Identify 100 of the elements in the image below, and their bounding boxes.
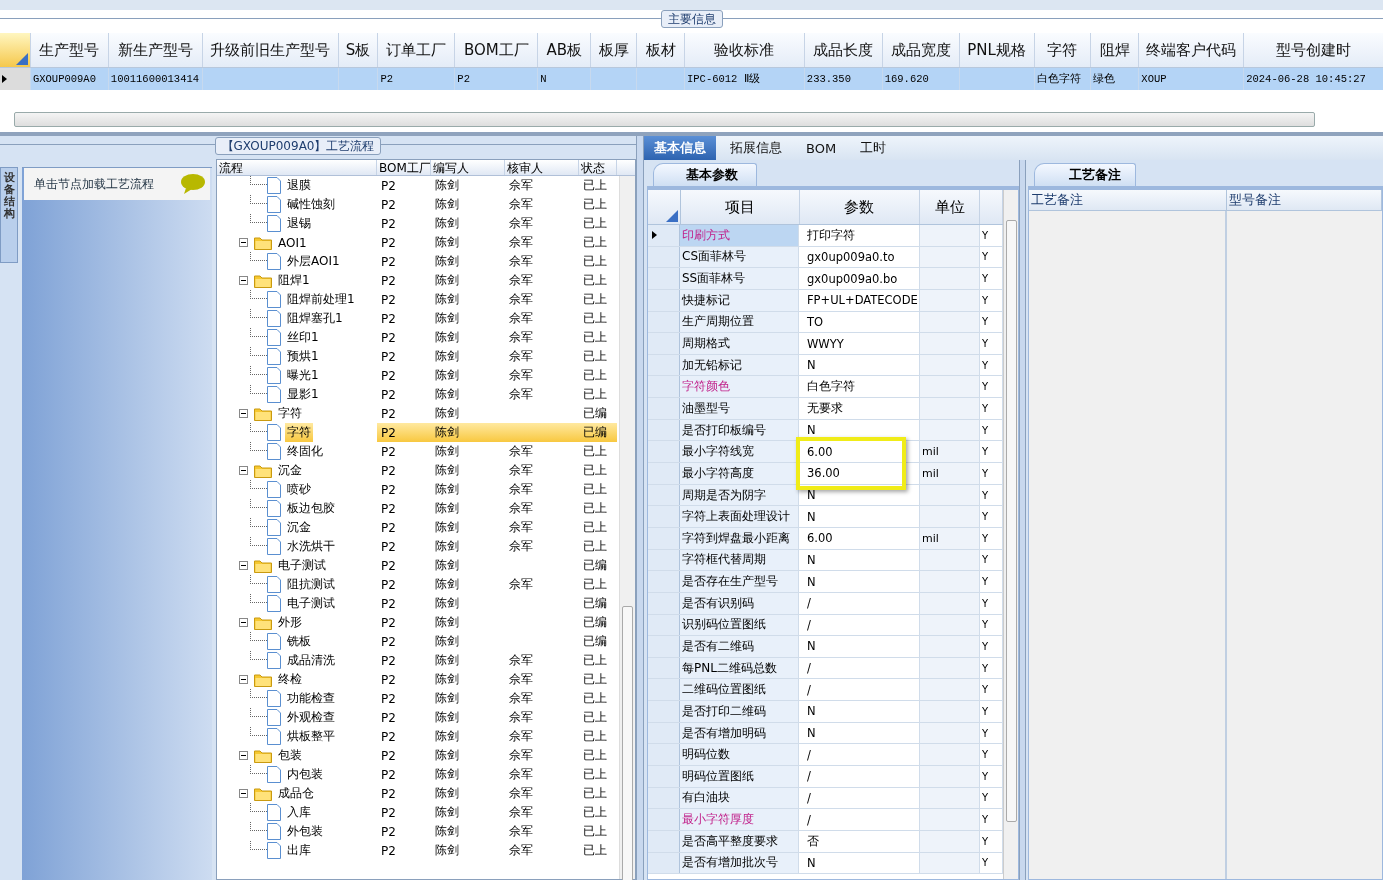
table-cell: 已编 (583, 596, 607, 610)
tree-item[interactable]: 内包装 (285, 765, 325, 784)
tree-item[interactable]: 阻抗测试 (285, 575, 337, 594)
tree-item[interactable]: 外层AOI1 (285, 252, 342, 271)
horizontal-scrollbar[interactable] (14, 112, 1315, 127)
column-header[interactable]: 工艺备注 (1029, 190, 1227, 210)
tree-item[interactable]: 阻焊1 (276, 271, 312, 290)
tree-item[interactable]: 外包装 (285, 822, 325, 841)
column-header[interactable]: 参数 (799, 190, 921, 224)
column-header[interactable]: 升级前旧生产型号 (201, 33, 338, 67)
tree-item[interactable]: 显影1 (285, 385, 321, 404)
table-cell: 明码位数 (680, 744, 799, 765)
column-header[interactable]: 验收标准 (684, 33, 804, 67)
tree-item[interactable]: 铣板 (285, 632, 313, 651)
column-header[interactable]: 成品长度 (803, 33, 882, 67)
collapse-icon[interactable] (239, 409, 248, 418)
column-header[interactable]: PNL规格 (958, 33, 1034, 67)
table-cell: 已编 (583, 558, 607, 572)
table-cell: XOUP (1141, 73, 1167, 85)
vertical-scrollbar[interactable] (1003, 190, 1018, 879)
column-header[interactable]: 单位 (920, 190, 981, 224)
tree-item[interactable]: 碱性蚀刻 (285, 195, 337, 214)
tab[interactable]: 工时 (850, 136, 897, 160)
tree-item[interactable]: 曝光1 (285, 366, 321, 385)
tab[interactable]: 拓展信息 (720, 136, 792, 160)
side-tab[interactable]: 设备结构 (0, 167, 18, 263)
column-header[interactable]: 阻焊 (1090, 33, 1139, 67)
table-cell: 已上 (583, 539, 607, 553)
row-pointer-icon (652, 231, 658, 240)
tree-item[interactable]: 成品仓 (276, 784, 316, 803)
vertical-scrollbar[interactable] (619, 176, 635, 879)
table-cell: 陈剑 (435, 406, 459, 420)
tree-item[interactable]: 出库 (285, 841, 313, 860)
column-header[interactable]: 型号备注 (1227, 190, 1382, 210)
collapse-icon[interactable] (239, 789, 248, 798)
column-header[interactable]: 编写人 (431, 160, 505, 175)
tree-item[interactable]: 板边包胶 (285, 499, 337, 518)
tree-item[interactable]: 丝印1 (285, 328, 321, 347)
tree-item[interactable]: 阻焊塞孔1 (285, 309, 345, 328)
tree-item[interactable]: 外形 (276, 613, 304, 632)
tree-item[interactable]: 字符 (285, 423, 313, 442)
splitter-handle[interactable] (1019, 160, 1026, 880)
collapse-icon[interactable] (239, 751, 248, 760)
tree-item[interactable]: 电子测试 (276, 556, 328, 575)
tree-item[interactable]: 电子测试 (285, 594, 337, 613)
collapse-icon[interactable] (239, 276, 248, 285)
column-header[interactable]: BOM工厂 (454, 33, 538, 67)
collapse-icon[interactable] (239, 618, 248, 627)
column-header[interactable]: BOM工厂 (377, 160, 431, 175)
tree-item[interactable]: 终检 (276, 670, 304, 689)
column-header[interactable]: AB板 (537, 33, 591, 67)
column-header[interactable]: 型号创建时 (1243, 33, 1383, 67)
column-header[interactable]: 终端客户代码 (1138, 33, 1244, 67)
tree-item[interactable]: 包装 (276, 746, 304, 765)
column-header[interactable]: 板厚 (590, 33, 637, 67)
column-header[interactable]: 状态 (579, 160, 617, 175)
splitter-handle[interactable] (636, 136, 644, 880)
column-header[interactable]: 成品宽度 (881, 33, 959, 67)
column-header[interactable]: S板 (337, 33, 378, 67)
column-header[interactable]: 订单工厂 (377, 33, 455, 67)
table-cell: 佘军 (509, 729, 533, 743)
tree-item[interactable]: 沉金 (276, 461, 304, 480)
tree-item[interactable]: 喷砂 (285, 480, 313, 499)
tab[interactable]: 基本信息 (644, 136, 716, 160)
collapse-icon[interactable] (239, 238, 248, 247)
collapse-icon[interactable] (239, 466, 248, 475)
row-header[interactable] (0, 68, 30, 90)
tab[interactable]: 工艺备注 (1034, 163, 1136, 186)
column-header[interactable]: 新生产型号 (107, 33, 202, 67)
column-header[interactable]: 板材 (636, 33, 684, 67)
column-header[interactable]: 生产型号 (29, 33, 108, 67)
grid-row[interactable]: GXOUP009A0 10011600013414 P2 P2 N IPC-6012 Ⅱ级 233.350 169.620 白色字符 绿色 XOUP 2024-06-28 10:45:27 (0, 68, 1383, 90)
table-cell: P2 (381, 767, 396, 782)
column-header[interactable]: 核审人 (505, 160, 579, 175)
document-icon (267, 576, 281, 593)
tree-item[interactable]: 功能检查 (285, 689, 337, 708)
column-header[interactable]: 项目 (680, 190, 800, 224)
tree-item[interactable]: 成品清洗 (285, 651, 337, 670)
table-cell: 是否有增加明码 (680, 722, 799, 744)
tree-item[interactable]: 烘板整平 (285, 727, 337, 746)
tree-item[interactable]: 沉金 (285, 518, 313, 537)
tree-item[interactable]: 终固化 (285, 442, 325, 461)
tab[interactable]: 基本参数 (653, 163, 757, 186)
tree-item[interactable]: AOI1 (276, 234, 309, 251)
column-header[interactable]: 流程 (217, 160, 377, 175)
tree-item[interactable]: 退膜 (285, 176, 313, 195)
tree-item[interactable]: 退锡 (285, 214, 313, 233)
tree-item[interactable]: 预烘1 (285, 347, 321, 366)
table-cell: 已上 (583, 824, 607, 838)
tree-item[interactable]: 入库 (285, 803, 313, 822)
row-header[interactable] (648, 225, 680, 246)
table-cell: 已上 (583, 197, 607, 211)
tab[interactable]: BOM (796, 136, 847, 160)
tree-item[interactable]: 水洗烘干 (285, 537, 337, 556)
tree-item[interactable]: 阻焊前处理1 (285, 290, 357, 309)
tree-item[interactable]: 字符 (276, 404, 304, 423)
collapse-icon[interactable] (239, 561, 248, 570)
collapse-icon[interactable] (239, 675, 248, 684)
column-header[interactable]: 字符 (1033, 33, 1091, 67)
tree-item[interactable]: 外观检查 (285, 708, 337, 727)
